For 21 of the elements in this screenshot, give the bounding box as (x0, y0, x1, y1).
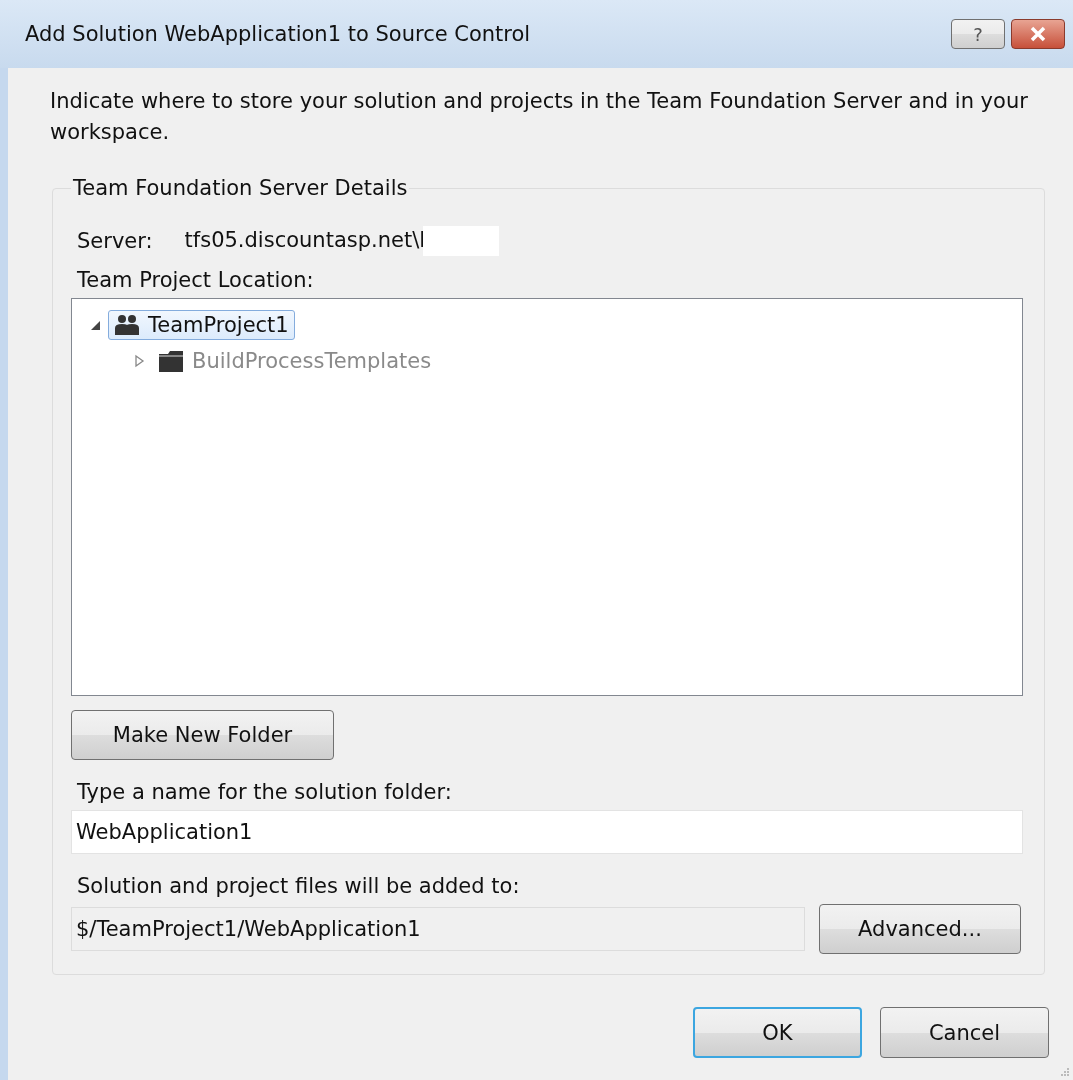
server-value: tfs05.discountasp.net\l (184, 228, 426, 252)
path-label: Solution and project files will be added to: (77, 874, 521, 898)
folder-name-field[interactable]: WebApplication1 (71, 810, 1023, 854)
people-icon (114, 313, 140, 337)
help-button[interactable]: ? (951, 19, 1005, 49)
location-label: Team Project Location: (77, 268, 315, 292)
group-title: Team Foundation Server Details (72, 176, 409, 200)
folder-name-label: Type a name for the solution folder: (77, 780, 453, 804)
description-text: Indicate where to store your solution and projects in the Team Foundation Server and in your workspace. (50, 88, 1029, 146)
close-icon (1028, 26, 1048, 42)
window-title: Add Solution WebApplication1 to Source Control (25, 22, 532, 46)
tree-item[interactable]: TeamProject1 (108, 310, 295, 340)
make-new-folder-button[interactable]: Make New Folder (71, 710, 334, 760)
path-field[interactable]: $/TeamProject1/WebApplication1 (71, 907, 805, 951)
server-label: Server: (77, 229, 153, 253)
resize-grip-icon[interactable] (1060, 1067, 1070, 1077)
folder-icon (158, 349, 184, 373)
close-button[interactable] (1011, 19, 1065, 49)
ok-button[interactable]: OK (693, 1007, 862, 1058)
advanced-button[interactable]: Advanced... (819, 904, 1021, 954)
cancel-button[interactable]: Cancel (880, 1007, 1049, 1058)
